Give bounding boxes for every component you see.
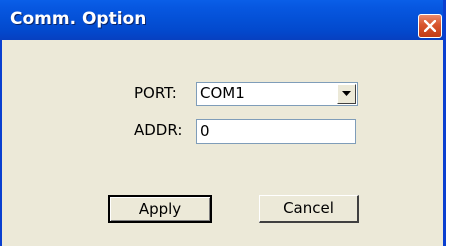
port-select[interactable]: COM1 bbox=[196, 82, 358, 106]
port-dropdown-button[interactable] bbox=[337, 84, 356, 104]
close-icon bbox=[424, 20, 436, 32]
apply-button[interactable]: Apply bbox=[108, 195, 212, 223]
window-title: Comm. Option bbox=[10, 9, 147, 29]
port-select-value: COM1 bbox=[200, 84, 245, 102]
addr-label: ADDR: bbox=[134, 121, 183, 139]
port-label: PORT: bbox=[134, 84, 177, 102]
window-border bbox=[0, 40, 2, 246]
close-button[interactable] bbox=[418, 14, 442, 38]
title-bar[interactable]: Comm. Option bbox=[0, 0, 443, 40]
addr-input[interactable]: 0 bbox=[196, 119, 356, 144]
addr-input-value: 0 bbox=[200, 122, 210, 140]
chevron-down-icon bbox=[342, 91, 351, 96]
comm-option-dialog: Comm. Option PORT: COM1 ADDR: 0 Apply Ca… bbox=[0, 0, 446, 246]
cancel-button[interactable]: Cancel bbox=[259, 195, 359, 223]
